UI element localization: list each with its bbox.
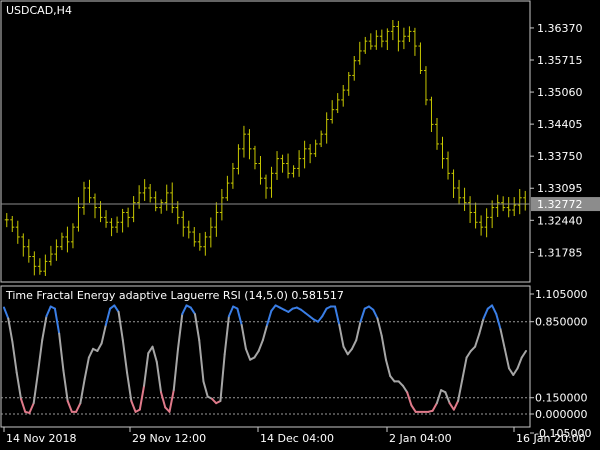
time-tick-label: 2 Jan 04:00 xyxy=(389,432,452,445)
price-panel[interactable]: USDCAD,H4 1.363701.357151.350601.344051.… xyxy=(0,0,600,283)
price-tick-label: 1.33750 xyxy=(537,150,583,163)
price-tick-label: 1.35715 xyxy=(537,54,583,67)
price-tick-label: 1.34405 xyxy=(537,118,583,131)
time-tick-label: 16 Jan 20:00 xyxy=(516,432,586,445)
price-tick-label: 1.31785 xyxy=(537,246,583,259)
time-tick-label: 14 Nov 2018 xyxy=(6,432,76,445)
indicator-tick-label: 1.105000 xyxy=(535,288,588,301)
current-price-badge: 1.32772 xyxy=(531,197,600,212)
price-tick-label: 1.36370 xyxy=(537,22,583,35)
indicator-title: Time Fractal Energy adaptive Laguerre RS… xyxy=(5,289,344,302)
price-panel-frame xyxy=(0,0,531,283)
time-tick-label: 14 Dec 04:00 xyxy=(260,432,334,445)
price-tick-label: 1.32440 xyxy=(537,214,583,227)
price-tick-label: 1.35060 xyxy=(537,86,583,99)
price-axis: 1.36370 1.35715 1.35060 1.34405 1.33750 1.330… xyxy=(530,22,583,259)
time-tick-label: 29 Nov 12:00 xyxy=(132,432,206,445)
chart-canvas[interactable]: USDCAD,H4 1.363701.357151.350601.344051.… xyxy=(0,0,600,450)
symbol-label: USDCAD,H4 xyxy=(6,4,72,17)
current-price-label: 1.32772 xyxy=(537,198,583,211)
indicator-panel[interactable]: Time Fractal Energy adaptive Laguerre RS… xyxy=(0,285,591,440)
price-tick-label: 1.33095 xyxy=(537,182,583,195)
indicator-tick-label: 0.850000 xyxy=(535,316,588,329)
indicator-tick-label: 0.150000 xyxy=(535,392,588,405)
time-axis: 14 Nov 2018 29 Nov 12:00 14 Dec 04:00 2 Jan… xyxy=(3,427,586,445)
indicator-tick-label: 0.000000 xyxy=(535,408,588,421)
indicator-axis: 1.1050000.8500000.1500000.000000-0.10500… xyxy=(530,288,591,440)
